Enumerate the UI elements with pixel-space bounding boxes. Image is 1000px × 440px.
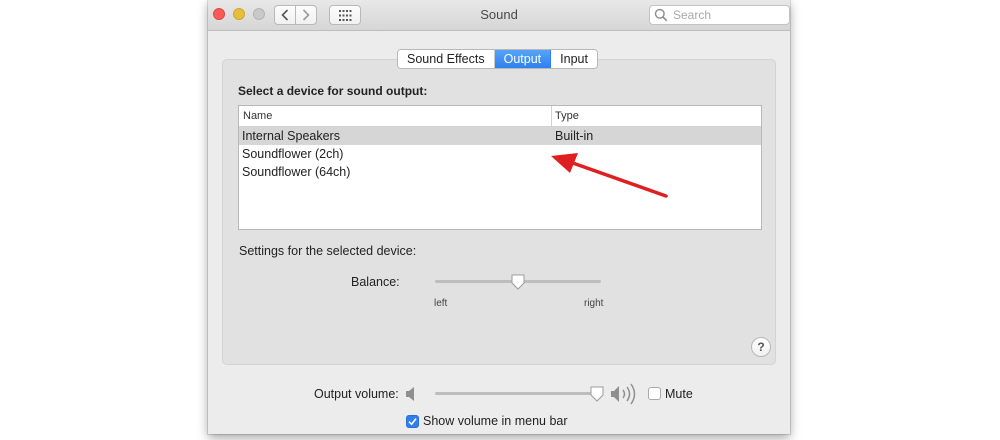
column-header-name[interactable]: Name: [243, 110, 272, 122]
tab-output[interactable]: Output: [494, 50, 552, 68]
table-row[interactable]: Soundflower (2ch): [239, 145, 761, 163]
output-volume-slider-thumb[interactable]: [590, 386, 604, 402]
column-header-type[interactable]: Type: [555, 110, 579, 122]
mute-checkbox[interactable]: [648, 387, 661, 400]
help-button[interactable]: ?: [751, 337, 771, 357]
table-header: Name Type: [239, 106, 761, 127]
tab-input[interactable]: Input: [551, 50, 597, 68]
speaker-low-icon: [406, 387, 414, 401]
table-row[interactable]: Soundflower (64ch): [239, 163, 761, 181]
output-volume-label: Output volume:: [314, 387, 399, 401]
balance-left-label: left: [434, 298, 448, 309]
device-settings-label: Settings for the selected device:: [239, 244, 417, 258]
output-volume-slider-track[interactable]: [435, 392, 597, 395]
checkmark-icon: [408, 418, 417, 426]
speaker-high-icon: [611, 383, 636, 405]
device-name: Soundflower (64ch): [242, 165, 351, 179]
column-divider: [551, 106, 552, 126]
tab-sound-effects[interactable]: Sound Effects: [398, 50, 495, 68]
tab-bar: Sound Effects Output Input: [397, 49, 598, 69]
show-volume-label: Show volume in menu bar: [423, 414, 568, 428]
annotation-arrow: [551, 153, 668, 198]
sound-preferences-window: Sound Search Sound Effects Output Input …: [208, 0, 790, 434]
balance-right-label: right: [584, 298, 604, 309]
device-type: Built-in: [555, 129, 594, 143]
balance-slider-thumb[interactable]: [511, 274, 525, 290]
device-name: Soundflower (2ch): [242, 147, 344, 161]
table-row[interactable]: Internal Speakers Built-in: [239, 127, 761, 145]
search-placeholder: Search: [673, 8, 712, 22]
title-bar: Sound Search: [208, 0, 790, 31]
search-icon: [654, 8, 668, 22]
search-field[interactable]: Search: [649, 5, 790, 25]
mute-label: Mute: [665, 387, 693, 401]
output-device-heading: Select a device for sound output:: [238, 84, 428, 98]
show-volume-checkbox[interactable]: [406, 415, 419, 428]
balance-label: Balance:: [351, 275, 400, 289]
output-device-table[interactable]: Name Type Internal Speakers Built-in Sou…: [238, 105, 762, 230]
device-name: Internal Speakers: [242, 129, 340, 143]
